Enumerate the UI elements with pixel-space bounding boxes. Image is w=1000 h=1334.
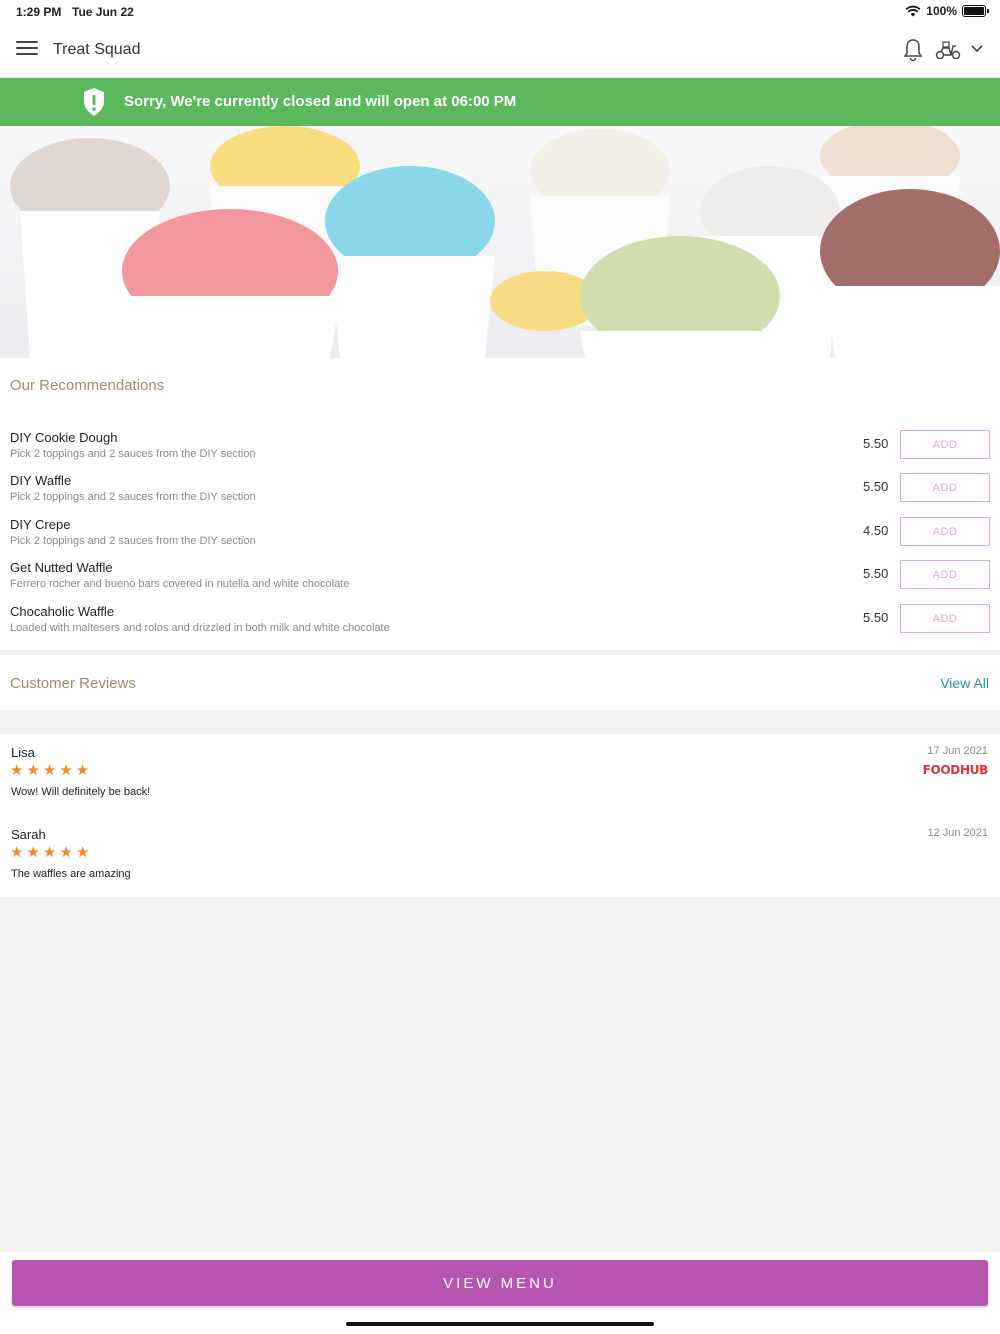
item-price: 5.50: [863, 436, 889, 451]
closed-banner: Sorry, We're currently closed and will o…: [0, 78, 1000, 126]
closed-message: Sorry, We're currently closed and will o…: [124, 93, 517, 110]
item-description: Pick 2 toppings and 2 sauces from the DI…: [10, 448, 256, 460]
review-item: Lisa ★ ★ ★ ★ ★ Wow! Will definitely be back!…: [0, 734, 1000, 804]
item-description: Ferrero rocher and bueno bars covered in…: [10, 578, 350, 590]
add-button[interactable]: ADD: [900, 517, 990, 546]
status-date: Tue Jun 22: [72, 5, 134, 19]
foodhub-logo: FOODHUB: [922, 763, 989, 777]
reviewer-name: Lisa: [11, 745, 35, 760]
hero-ice-cream-image: [0, 126, 1000, 358]
star-icon: ★: [75, 762, 90, 779]
star-icon: ★: [42, 762, 57, 779]
item-description: Pick 2 toppings and 2 sauces from the DI…: [10, 491, 256, 503]
battery-icon: [962, 5, 989, 17]
star-icon: ★: [59, 844, 73, 861]
list-item: Get Nutted Waffle Ferrero rocher and bue…: [0, 560, 1000, 604]
review-text: The waffles are amazing: [11, 868, 131, 880]
item-name: DIY Waffle: [10, 473, 72, 488]
reviews-header: Customer Reviews View All: [0, 655, 1000, 710]
star-icon: ★: [10, 844, 24, 861]
star-icon: ★: [75, 844, 90, 861]
app-title: Treat Squad: [53, 41, 141, 58]
list-item: DIY Cookie Dough Pick 2 toppings and 2 s…: [0, 430, 1000, 474]
status-right: 100%: [905, 4, 989, 18]
list-item: Chocaholic Waffle Loaded with maltesers …: [0, 604, 1000, 648]
star-icon: ★: [26, 762, 40, 779]
add-button[interactable]: ADD: [900, 430, 990, 459]
item-name: DIY Cookie Dough: [10, 430, 118, 445]
bell-icon[interactable]: [902, 38, 924, 62]
reviews-list: Lisa ★ ★ ★ ★ ★ Wow! Will definitely be back!…: [0, 734, 1000, 897]
review-date: 12 Jun 2021: [927, 827, 988, 839]
star-icon: ★: [42, 844, 57, 861]
star-rating: ★ ★ ★ ★ ★: [10, 763, 89, 778]
add-button[interactable]: ADD: [900, 473, 990, 502]
chevron-down-icon[interactable]: [970, 42, 984, 56]
item-price: 5.50: [863, 610, 889, 625]
review-item: Sarah ★ ★ ★ ★ ★ The waffles are amazing 12 J…: [0, 816, 1000, 886]
shield-alert-icon: [84, 88, 104, 116]
item-price: 5.50: [863, 566, 889, 581]
item-description: Pick 2 toppings and 2 sauces from the DI…: [10, 535, 256, 547]
item-description: Loaded with maltesers and rolos and driz…: [10, 622, 390, 634]
hamburger-menu-icon[interactable]: [16, 41, 38, 59]
list-item: DIY Crepe Pick 2 toppings and 2 sauces f…: [0, 517, 1000, 561]
status-bar: 1:29 PM Tue Jun 22 100%: [0, 0, 1000, 24]
reviews-title: Customer Reviews: [10, 675, 136, 692]
add-button[interactable]: ADD: [900, 604, 990, 633]
app-header: Treat Squad: [0, 24, 1000, 78]
battery-percent: 100%: [926, 4, 957, 18]
star-icon: ★: [26, 844, 40, 861]
list-item: DIY Waffle Pick 2 toppings and 2 sauces …: [0, 473, 1000, 517]
delivery-scooter-icon[interactable]: [935, 40, 961, 60]
view-menu-button[interactable]: VIEW MENU: [12, 1260, 988, 1306]
review-date: 17 Jun 2021: [927, 745, 988, 757]
add-button[interactable]: ADD: [900, 560, 990, 589]
recommendations-section: Our Recommendations DIY Cookie Dough Pic…: [0, 358, 1000, 650]
wifi-icon: [905, 5, 921, 17]
item-name: Get Nutted Waffle: [10, 560, 113, 575]
star-icon: ★: [10, 762, 24, 779]
item-price: 5.50: [863, 479, 889, 494]
item-name: Chocaholic Waffle: [10, 604, 115, 619]
star-icon: ★: [59, 762, 73, 779]
star-rating: ★ ★ ★ ★ ★: [10, 845, 89, 860]
reviewer-name: Sarah: [11, 827, 46, 842]
view-all-link[interactable]: View All: [940, 675, 989, 691]
status-time: 1:29 PM: [16, 5, 62, 19]
item-price: 4.50: [863, 523, 889, 538]
review-text: Wow! Will definitely be back!: [11, 786, 151, 798]
item-name: DIY Crepe: [10, 517, 71, 532]
recommendations-title: Our Recommendations: [10, 377, 165, 394]
bottom-bar: VIEW MENU: [0, 1252, 1000, 1334]
home-indicator: [346, 1322, 654, 1326]
